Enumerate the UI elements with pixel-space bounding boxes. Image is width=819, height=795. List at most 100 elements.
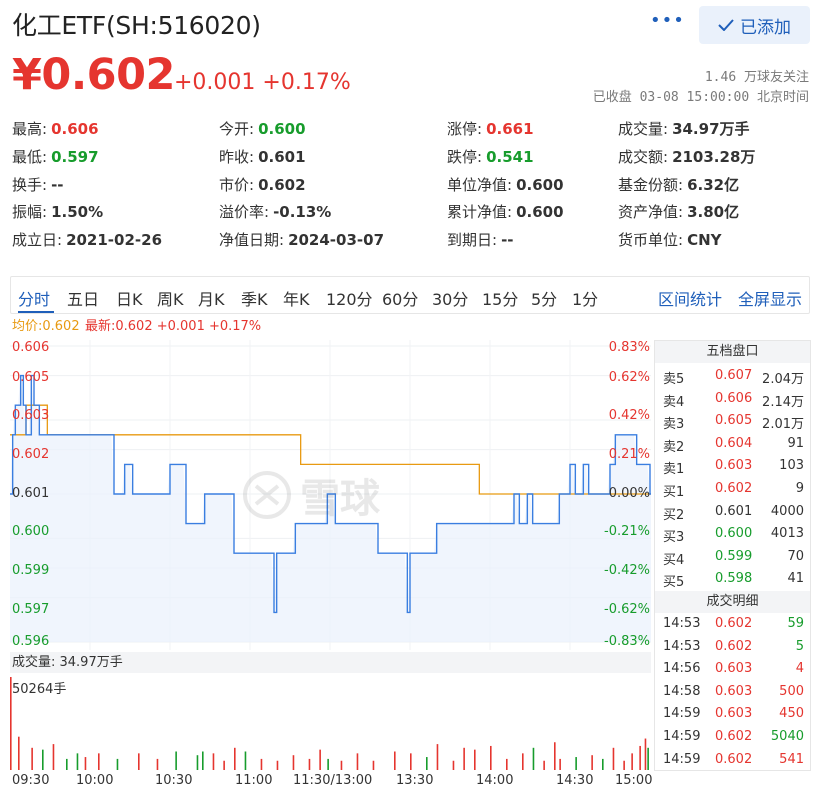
tab-6[interactable]: 年K [283,286,310,310]
volume-bar [639,745,641,770]
order-price: 0.599 [715,548,753,564]
quote-item: 净值日期: 2024-03-07 [219,229,384,250]
quote-item: 市价: 0.602 [219,174,306,195]
quote-label: 换手: [12,176,48,194]
quote-value: 0.661 [486,120,534,138]
volume-bar [559,758,561,770]
order-volume: 2.14万 [762,394,804,410]
quote-item: 换手: -- [12,174,64,195]
volume-bar [175,751,177,770]
tab-12[interactable]: 1分 [572,286,598,310]
intraday-chart[interactable]: 雪球 0.606 0.605 0.603 0.602 0.601 0.600 0.599 0.… [10,340,651,650]
y-tick-right: -0.42% [604,563,650,578]
volume-bar [591,755,593,770]
order-book-row: 买5 0.598 41 [655,568,810,590]
order-level: 买3 [663,530,685,546]
y-tick-right: 0.21% [608,447,650,462]
quote-item: 最低: 0.597 [12,146,99,167]
tab-4[interactable]: 月K [198,286,225,310]
tab-7[interactable]: 120分 [326,286,373,310]
quote-label: 单位净值: [447,176,513,194]
trade-row: 14:59 0.602 541 [655,749,810,771]
quote-label: 货币单位: [618,231,684,249]
tab-8[interactable]: 60分 [382,286,418,310]
current-price: ¥0.602 [12,50,175,100]
trade-time: 14:59 [663,706,701,722]
volume-bar [554,742,556,770]
more-options-button[interactable]: ••• [650,10,685,31]
trade-price: 0.602 [715,616,753,631]
volume-bar [76,753,79,770]
volume-bar [647,747,649,770]
quote-item: 资产净值: 3.80亿 [618,201,739,222]
tab-11[interactable]: 5分 [531,286,557,310]
order-level: 买1 [663,485,685,500]
quote-value: 0.541 [486,148,534,166]
avg-price-label: 均价:0.602 [12,319,80,334]
y-tick-left: 0.602 [12,447,50,462]
watermark-text: 雪球 [300,476,380,522]
volume-bar [244,751,247,770]
quote-label: 最高: [12,120,48,138]
fullscreen-link[interactable]: 全屏显示 [738,286,802,310]
tab-10[interactable]: 15分 [482,286,518,310]
quote-value: 0.606 [51,120,99,138]
tab-9[interactable]: 30分 [432,286,468,310]
tab-0[interactable]: 分时 [18,286,50,310]
order-price: 0.604 [715,435,753,451]
quote-value: 2103.28万 [672,148,756,166]
quote-label: 最低: [12,148,48,166]
order-price: 0.602 [715,481,753,496]
trade-volume: 5 [795,638,804,654]
y-tick-right: -0.62% [604,602,650,617]
quote-item: 最高: 0.606 [12,118,99,139]
order-volume: 91 [787,435,804,451]
x-tick: 14:00 [476,773,514,788]
tab-1[interactable]: 五日 [67,286,99,310]
volume-bar [463,747,465,770]
volume-chart-svg [10,675,651,770]
tab-2[interactable]: 日K [116,286,143,310]
volume-bar [202,751,204,770]
trade-time: 14:56 [663,661,701,677]
volume-bar [532,747,535,770]
order-level: 买5 [663,575,685,591]
volume-bar [575,757,577,770]
volume-chart: 50264手 [10,675,651,770]
trade-time: 14:59 [663,729,701,744]
trade-price: 0.602 [715,729,753,744]
quote-label: 溢价率: [219,203,270,221]
volume-bar [308,758,311,770]
quote-item: 货币单位: CNY [618,229,722,250]
trade-time: 14:58 [663,683,701,699]
volume-bar [276,760,279,770]
y-tick-right: -0.21% [604,524,650,539]
volume-bar [644,738,647,770]
trade-volume: 59 [787,616,804,631]
trade-row: 14:53 0.602 59 [655,613,810,635]
tab-5[interactable]: 季K [241,286,268,310]
quote-value: 0.602 [258,176,306,194]
chart-period-tabs: 区间统计 全屏显示 分时 五日 日K 周K 月K 季K 年K 120分 60分 30分 15分 5分 1… [10,276,810,314]
volume-bar [340,760,343,770]
volume-bar [356,753,359,770]
quote-item: 基金份额: 6.32亿 [618,174,739,195]
quote-label: 基金份额: [618,176,684,194]
quote-value: 3.80亿 [687,203,740,221]
tab-3[interactable]: 周K [157,286,184,310]
range-stats-link[interactable]: 区间统计 [658,286,722,310]
trade-price: 0.602 [715,751,753,767]
y-tick-right: 0.62% [608,370,650,385]
quote-value: 0.600 [258,120,306,138]
y-tick-right: -0.83% [604,634,650,649]
volume-bar [612,747,615,770]
added-watchlist-button[interactable]: 已添加 [699,6,810,44]
x-tick: 10:00 [76,773,114,788]
quote-item: 跌停: 0.541 [447,146,534,167]
quote-value: 2024-03-07 [288,231,385,249]
order-price: 0.607 [715,368,753,383]
volume-bar [631,753,633,770]
quote-value: CNY [687,231,722,249]
order-book-row: 买1 0.602 9 [655,478,810,500]
order-price: 0.603 [715,458,753,474]
